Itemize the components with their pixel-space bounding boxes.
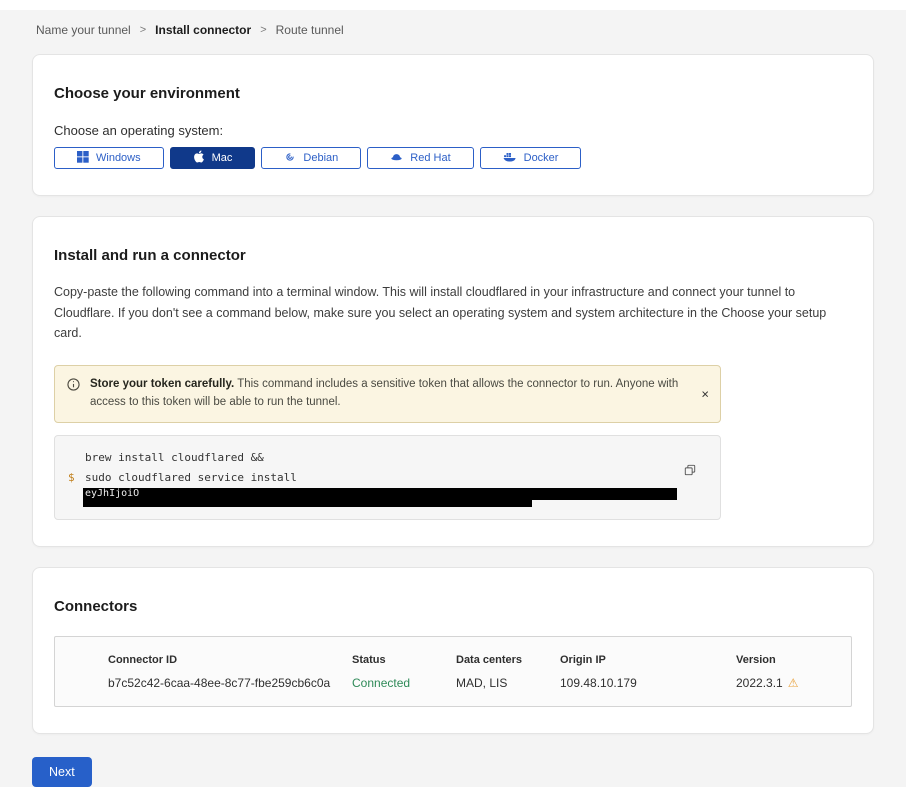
token-prefix: eyJhIjoiO <box>85 488 139 499</box>
connectors-table: Connector ID Status Data centers Origin … <box>54 636 852 707</box>
column-header-status: Status <box>352 654 456 676</box>
os-button-row: Windows Mac Debian Red Hat <box>54 147 852 169</box>
breadcrumb: Name your tunnel > Install connector > R… <box>0 10 906 54</box>
next-button[interactable]: Next <box>32 757 92 787</box>
environment-card-title: Choose your environment <box>54 85 852 102</box>
breadcrumb-step-route-tunnel[interactable]: Route tunnel <box>276 23 344 37</box>
warning-text: Store your token carefully. This command… <box>90 376 686 412</box>
status-cell: Connected <box>352 676 456 690</box>
docker-icon <box>503 151 517 165</box>
connectors-table-header: Connector ID Status Data centers Origin … <box>108 654 851 676</box>
os-button-label: Debian <box>303 152 338 164</box>
os-button-redhat[interactable]: Red Hat <box>367 147 473 169</box>
connector-id-cell: b7c52c42-6caa-48ee-8c77-fbe259cb6c0a <box>108 676 352 690</box>
debian-icon <box>284 151 296 166</box>
shell-prompt: $ <box>68 468 75 488</box>
column-header-connector-id: Connector ID <box>108 654 352 676</box>
os-button-mac[interactable]: Mac <box>170 147 256 169</box>
data-centers-cell: MAD, LIS <box>456 676 560 690</box>
redhat-icon <box>390 151 403 166</box>
os-button-debian[interactable]: Debian <box>261 147 361 169</box>
top-strip <box>0 0 906 10</box>
close-icon[interactable]: × <box>701 387 709 400</box>
redacted-token-line: eyJhIjoiO <box>83 488 677 500</box>
choose-environment-card: Choose your environment Choose an operat… <box>32 54 874 196</box>
os-button-label: Windows <box>96 152 141 164</box>
info-icon <box>67 378 80 396</box>
column-header-origin-ip: Origin IP <box>560 654 736 676</box>
os-button-label: Red Hat <box>410 152 450 164</box>
install-command-code-block: $ brew install cloudflared && sudo cloud… <box>54 435 721 520</box>
table-row: b7c52c42-6caa-48ee-8c77-fbe259cb6c0a Con… <box>108 676 851 690</box>
os-button-label: Docker <box>524 152 559 164</box>
command-line-1: brew install cloudflared && <box>85 448 680 468</box>
os-select-label: Choose an operating system: <box>54 123 852 138</box>
origin-ip-cell: 109.48.10.179 <box>560 676 736 690</box>
install-connector-card: Install and run a connector Copy-paste t… <box>32 216 874 547</box>
connectors-card: Connectors Connector ID Status Data cent… <box>32 567 874 734</box>
copy-icon[interactable] <box>682 462 698 481</box>
os-button-docker[interactable]: Docker <box>480 147 582 169</box>
os-button-windows[interactable]: Windows <box>54 147 164 169</box>
breadcrumb-step-name-your-tunnel[interactable]: Name your tunnel <box>36 23 131 37</box>
apple-icon <box>193 150 205 166</box>
column-header-data-centers: Data centers <box>456 654 560 676</box>
connectors-card-title: Connectors <box>54 598 852 615</box>
install-card-title: Install and run a connector <box>54 247 852 264</box>
command-line-2: sudo cloudflared service install <box>85 468 680 488</box>
os-button-label: Mac <box>212 152 233 164</box>
breadcrumb-step-install-connector[interactable]: Install connector <box>155 23 251 37</box>
install-description: Copy-paste the following command into a … <box>54 282 852 344</box>
breadcrumb-separator: > <box>140 24 146 36</box>
token-warning-banner: Store your token carefully. This command… <box>54 365 721 423</box>
warning-bold-text: Store your token carefully. <box>90 378 234 390</box>
page: Name your tunnel > Install connector > R… <box>0 0 906 787</box>
column-header-version: Version <box>736 654 851 676</box>
version-cell: 2022.3.1⚠ <box>736 676 851 690</box>
redacted-token-bar <box>83 500 532 507</box>
warning-triangle-icon: ⚠ <box>788 676 799 690</box>
windows-icon <box>77 151 89 166</box>
breadcrumb-separator: > <box>260 24 266 36</box>
